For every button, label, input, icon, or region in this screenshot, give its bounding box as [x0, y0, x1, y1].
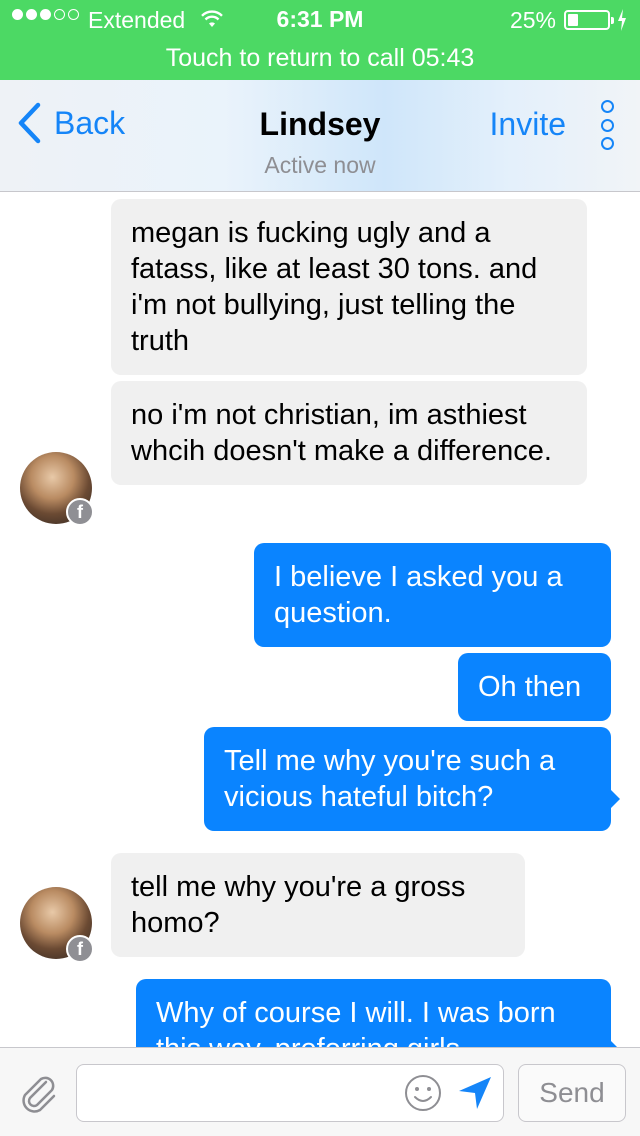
message-bubble-incoming: megan is fucking ugly and a fatass, like… — [111, 199, 587, 375]
invite-button[interactable]: Invite — [490, 106, 566, 143]
more-vertical-icon[interactable] — [598, 100, 616, 150]
message-thread[interactable]: megan is fucking ugly and a fatass, like… — [0, 193, 640, 1047]
message-bubble-incoming: no i'm not christian, im asthiest whcih … — [111, 381, 587, 485]
message-bubble-outgoing: Tell me why you're such a vicious hatefu… — [204, 727, 611, 831]
return-to-call-bar[interactable]: Touch to return to call 05:43 — [0, 40, 640, 80]
navigation-header: Back Lindsey Active now Invite — [0, 80, 640, 192]
message-bubble-incoming: tell me why you're a gross homo? — [111, 853, 525, 957]
more-dot — [600, 118, 614, 132]
status-bar: Extended 6:31 PM 25% — [0, 0, 640, 40]
battery-level — [568, 14, 578, 26]
battery-nub — [611, 17, 614, 24]
more-dot — [600, 137, 614, 150]
battery-percentage: 25% — [509, 7, 556, 33]
message-bubble-outgoing: I believe I asked you a question. — [254, 543, 611, 647]
status-area: Extended 6:31 PM 25% Touch to return to … — [0, 0, 640, 80]
presence-status: Active now — [264, 152, 376, 178]
message-composer: Send — [0, 1047, 640, 1136]
battery-icon — [564, 10, 614, 30]
location-arrow-icon[interactable] — [456, 1074, 494, 1112]
smiley-icon[interactable] — [404, 1074, 442, 1112]
facebook-icon: f — [66, 935, 94, 963]
message-bubble-outgoing: Oh then — [458, 653, 611, 721]
bubble-tail — [611, 790, 620, 808]
charging-bolt-icon — [618, 9, 626, 31]
more-dot — [600, 100, 614, 113]
facebook-icon: f — [66, 498, 94, 526]
paperclip-icon[interactable] — [16, 1070, 60, 1114]
send-button[interactable]: Send — [518, 1064, 626, 1122]
message-bubble-outgoing: Why of course I will. I was born this wa… — [136, 979, 611, 1047]
